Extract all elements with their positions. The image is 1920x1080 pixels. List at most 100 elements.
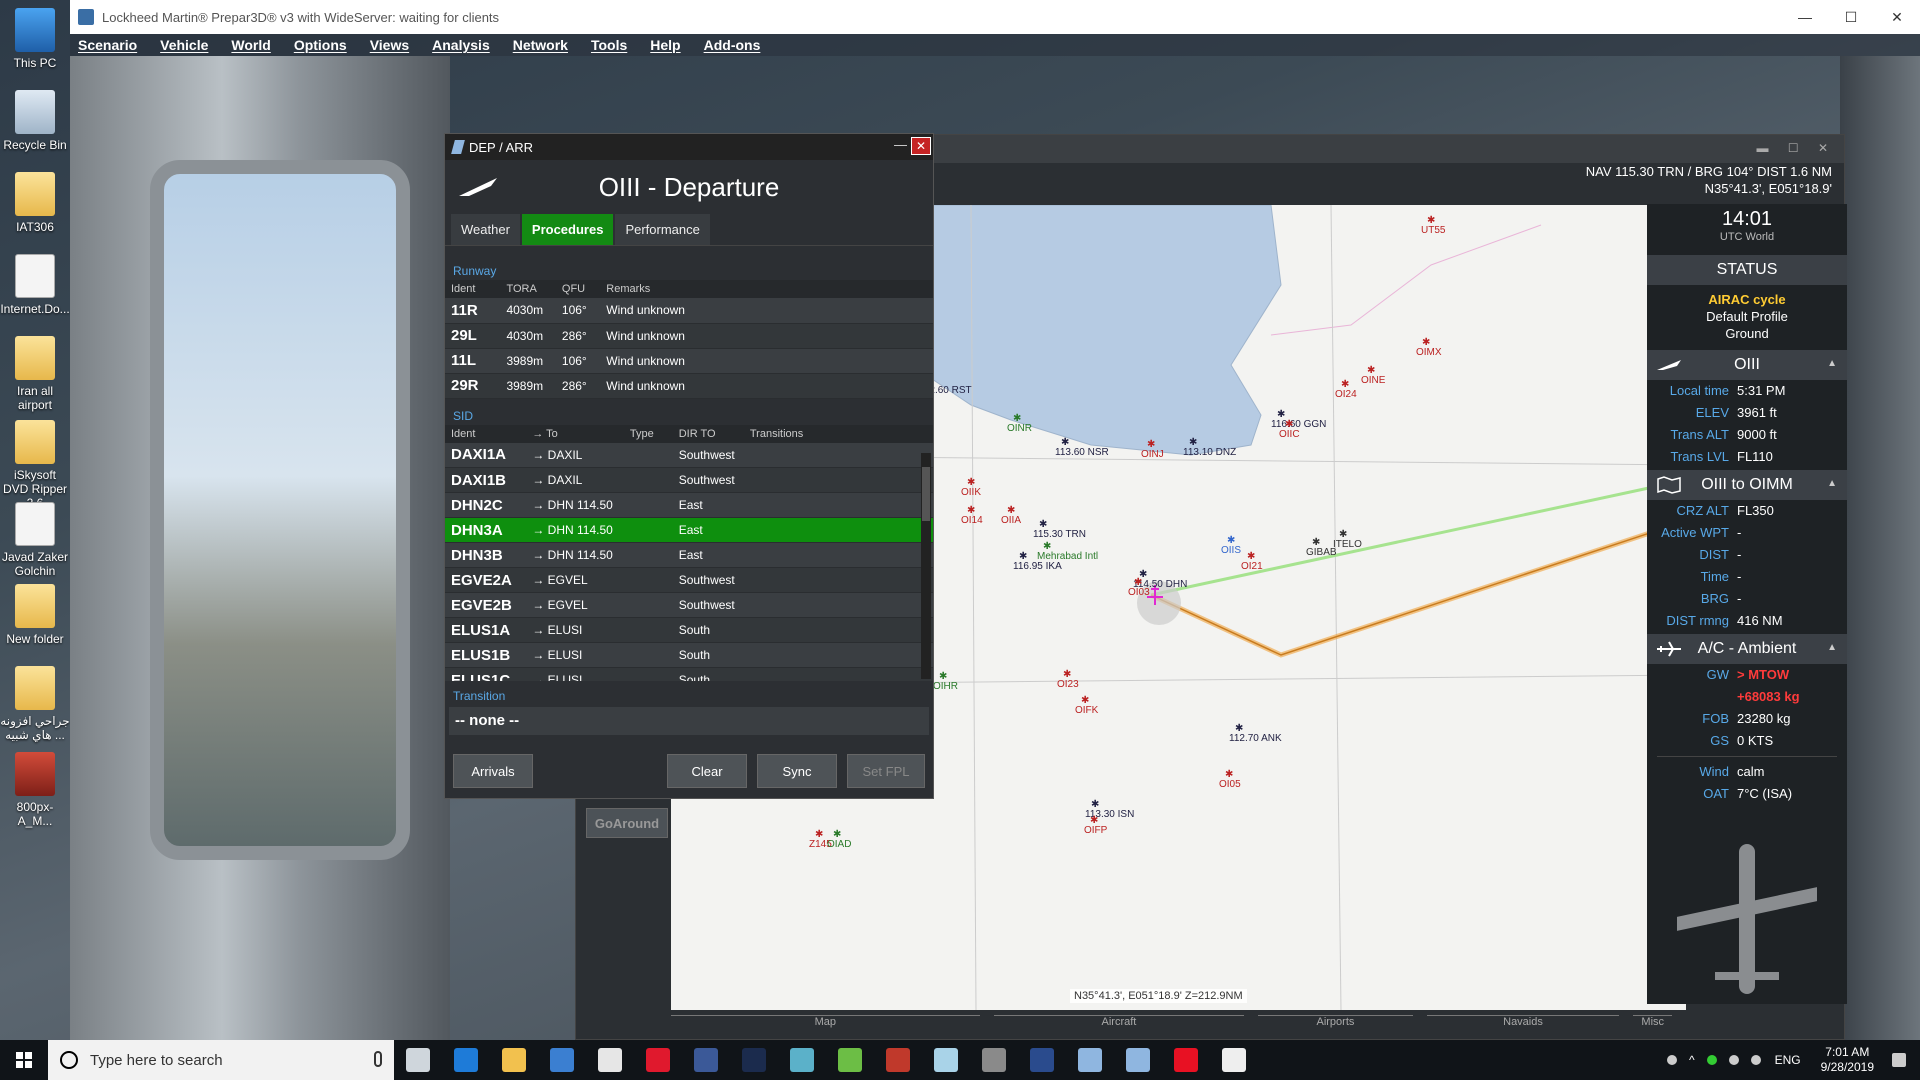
map-label[interactable]: 113.60 NSR — [1055, 447, 1109, 458]
map-label[interactable]: 116.95 IKA — [1013, 561, 1062, 572]
menu-item[interactable]: Vehicle — [160, 37, 208, 53]
map-marker-icon[interactable]: ✱ — [815, 829, 823, 840]
sid-scrollbar[interactable] — [921, 452, 931, 679]
map-label[interactable]: OIIK — [961, 487, 981, 498]
runway-row[interactable]: 11R 4030m 106° Wind unknown — [445, 298, 933, 324]
dialog-close-button[interactable]: ✕ — [911, 137, 931, 155]
runway-col-header[interactable]: Ident — [445, 280, 501, 298]
taskbar-app-button[interactable] — [1066, 1040, 1114, 1080]
map-marker-icon[interactable]: ✱ — [1285, 419, 1293, 430]
sid-row[interactable]: EGVE2B → EGVEL Southwest — [445, 592, 933, 618]
map-toolbar-group[interactable]: Airports — [1258, 1015, 1413, 1041]
desktop-icon[interactable]: New folder — [0, 584, 70, 646]
close-button[interactable]: ✕ — [1874, 0, 1920, 34]
sid-row[interactable]: ELUS1C → ELUSI South — [445, 667, 933, 681]
maximize-button[interactable]: ☐ — [1828, 0, 1874, 34]
sid-row[interactable]: DAXI1A → DAXIL Southwest — [445, 442, 933, 468]
map-label[interactable]: OIFK — [1075, 705, 1098, 716]
runway-row[interactable]: 29R 3989m 286° Wind unknown — [445, 373, 933, 399]
collapse-icon[interactable]: ▲ — [1827, 642, 1837, 653]
taskbar-app-button[interactable] — [682, 1040, 730, 1080]
map-marker-icon[interactable]: ✱ — [833, 829, 841, 840]
sid-row[interactable]: DAXI1B → DAXIL Southwest — [445, 467, 933, 493]
map-marker-icon[interactable]: ✱ — [939, 671, 947, 682]
goaround-button[interactable]: GoAround — [586, 808, 668, 838]
map-label[interactable]: OI14 — [961, 515, 983, 526]
volume-icon[interactable] — [1750, 1055, 1761, 1065]
map-marker-icon[interactable]: ✱ — [1341, 379, 1349, 390]
taskbar-app-button[interactable] — [826, 1040, 874, 1080]
map-marker-icon[interactable]: ✱ — [1134, 577, 1142, 588]
taskbar-app-button[interactable] — [394, 1040, 442, 1080]
map-marker-icon[interactable]: ✱ — [1147, 439, 1155, 450]
map-label[interactable]: OINR — [1007, 423, 1032, 434]
sid-row[interactable]: DHN2C → DHN 114.50 East — [445, 492, 933, 518]
taskbar-app-button[interactable] — [730, 1040, 778, 1080]
map-label[interactable]: ITELO — [1333, 539, 1362, 550]
sid-list[interactable]: Ident → To Type DIR TO Transitions DAXI1A → D… — [445, 424, 933, 681]
desktop-icon[interactable]: 800px-A_M... — [0, 752, 70, 828]
map-window-controls[interactable]: ▬ ☐ ✕ — [1757, 141, 1836, 155]
taskbar-app-button[interactable] — [538, 1040, 586, 1080]
taskbar-app-button[interactable] — [490, 1040, 538, 1080]
sid-row[interactable]: DHN3B → DHN 114.50 East — [445, 542, 933, 568]
taskbar-clock[interactable]: 7:01 AM 9/28/2019 — [1821, 1045, 1874, 1075]
desktop-icon[interactable]: جراحي افزونه ... هاي شبيه — [0, 666, 70, 742]
menu-item[interactable]: Add-ons — [704, 37, 761, 53]
map-label[interactable]: 113.10 DNZ — [1183, 447, 1236, 458]
sid-col-header[interactable]: Transitions — [743, 424, 933, 443]
map-label[interactable]: 115.30 TRN — [1033, 529, 1086, 540]
map-marker-icon[interactable]: ✱ — [1061, 437, 1069, 448]
dialog-minimize-button[interactable]: — — [894, 137, 907, 152]
taskbar-search[interactable]: Type here to search — [48, 1040, 394, 1080]
wifi-icon[interactable] — [1728, 1055, 1739, 1065]
people-icon[interactable] — [1666, 1055, 1677, 1065]
chevron-up-icon[interactable]: ^ — [1689, 1053, 1695, 1067]
map-marker-icon[interactable]: ✱ — [1039, 519, 1047, 530]
set-fpl-button[interactable]: Set FPL — [847, 754, 925, 788]
sid-row[interactable]: DHN3A → DHN 114.50 East — [445, 517, 933, 543]
map-label[interactable]: GIBAB — [1306, 547, 1337, 558]
map-marker-icon[interactable]: ✱ — [1422, 337, 1430, 348]
map-marker-icon[interactable]: ✱ — [1427, 215, 1435, 226]
map-marker-icon[interactable]: ✱ — [1189, 437, 1197, 448]
map-label[interactable]: 112.70 ANK — [1229, 733, 1282, 744]
map-label[interactable]: OIIC — [1279, 429, 1300, 440]
map-marker-icon[interactable]: ✱ — [1043, 541, 1051, 552]
sid-row[interactable]: EGVE2A → EGVEL Southwest — [445, 567, 933, 593]
map-label[interactable]: OIFP — [1084, 825, 1107, 836]
taskbar-app-button[interactable] — [586, 1040, 634, 1080]
taskbar-app-button[interactable] — [922, 1040, 970, 1080]
menu-item[interactable]: Views — [370, 37, 409, 53]
sid-col-header[interactable]: → To — [526, 424, 624, 443]
tab-procedures[interactable]: Procedures — [521, 214, 614, 245]
status-header[interactable]: STATUS — [1647, 255, 1847, 285]
ambient-header[interactable]: A/C - Ambient ▲ — [1647, 634, 1847, 664]
desktop-icon[interactable]: Recycle Bin — [0, 90, 70, 152]
menu-item[interactable]: World — [231, 37, 270, 53]
map-label[interactable]: OINJ — [1141, 449, 1164, 460]
taskbar-app-button[interactable] — [634, 1040, 682, 1080]
desktop-icon[interactable]: Iran all airport — [0, 336, 70, 412]
map-label[interactable]: OIAD — [827, 839, 851, 850]
runway-row[interactable]: 11L 3989m 106° Wind unknown — [445, 348, 933, 374]
desktop-icon[interactable]: Internet.Do... — [0, 254, 70, 316]
taskbar-app-button[interactable] — [1018, 1040, 1066, 1080]
taskbar-app-button[interactable] — [970, 1040, 1018, 1080]
map-marker-icon[interactable]: ✱ — [1063, 669, 1071, 680]
sid-scrollbar-thumb[interactable] — [922, 466, 930, 521]
dialog-titlebar[interactable]: DEP / ARR — ✕ — [445, 134, 933, 160]
map-label[interactable]: OINE — [1361, 375, 1385, 386]
map-marker-icon[interactable]: ✱ — [1367, 365, 1375, 376]
menu-item[interactable]: Options — [294, 37, 347, 53]
clear-button[interactable]: Clear — [667, 754, 747, 788]
tab-weather[interactable]: Weather — [451, 214, 520, 245]
vpn-icon[interactable] — [1706, 1055, 1717, 1065]
microphone-icon[interactable] — [374, 1051, 382, 1067]
map-label[interactable]: OI03 — [1128, 587, 1150, 598]
map-marker-icon[interactable]: ✱ — [1312, 537, 1320, 548]
route-header[interactable]: OIII to OIMM ▲ — [1647, 470, 1847, 500]
desktop-icon[interactable]: This PC — [0, 8, 70, 70]
map-marker-icon[interactable]: ✱ — [967, 477, 975, 488]
sid-col-header[interactable]: Type — [623, 424, 673, 443]
